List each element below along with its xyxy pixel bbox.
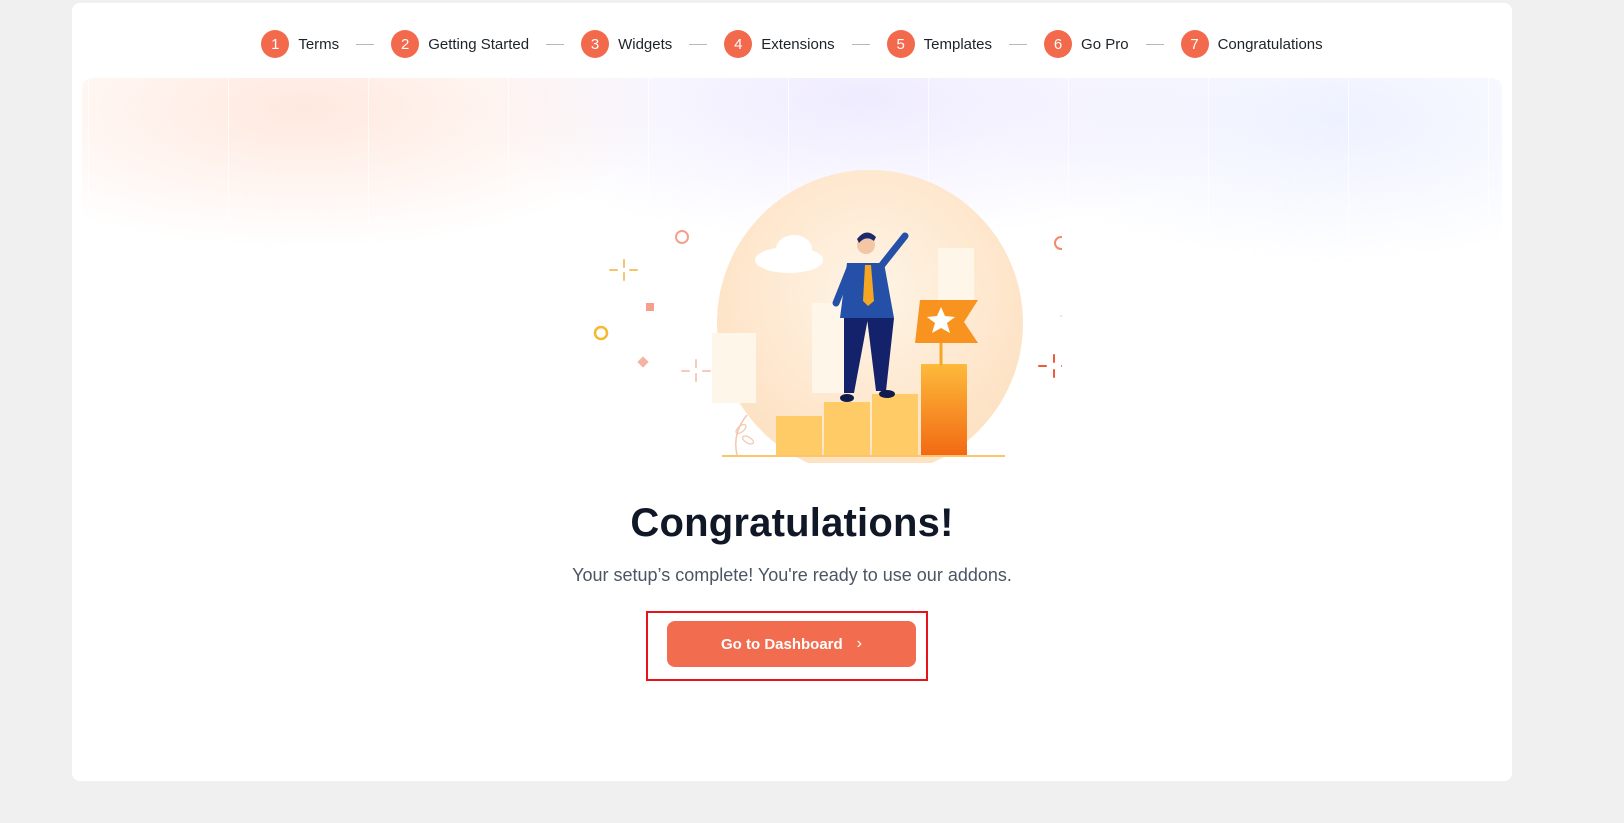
confetti-circle bbox=[675, 230, 689, 244]
step-separator bbox=[546, 43, 565, 45]
sparkle-icon bbox=[1038, 354, 1062, 378]
step-separator bbox=[851, 43, 870, 45]
step-terms[interactable]: 1 Terms bbox=[261, 30, 339, 58]
confetti-circle bbox=[1054, 236, 1062, 250]
go-to-dashboard-button[interactable]: Go to Dashboard › bbox=[667, 621, 916, 667]
step-label: Go Pro bbox=[1081, 35, 1129, 53]
podium-step-top bbox=[921, 364, 967, 455]
podium-step bbox=[824, 402, 870, 455]
confetti-diamond bbox=[637, 356, 649, 368]
step-getting-started[interactable]: 2 Getting Started bbox=[391, 30, 529, 58]
step-label: Terms bbox=[298, 35, 340, 53]
step-number: 6 bbox=[1044, 30, 1073, 58]
plant-leaf bbox=[741, 435, 755, 445]
confetti-circle bbox=[593, 325, 609, 341]
step-number: 7 bbox=[1180, 30, 1209, 58]
sparkle-icon bbox=[609, 259, 638, 281]
step-separator bbox=[356, 43, 375, 45]
step-number: 3 bbox=[581, 30, 610, 58]
page-title: Congratulations! bbox=[630, 501, 954, 545]
step-separator bbox=[689, 43, 708, 45]
building-shape bbox=[712, 333, 756, 403]
step-separator bbox=[1009, 43, 1028, 45]
person-shoe bbox=[879, 390, 895, 398]
sparkle-icon bbox=[681, 359, 711, 382]
building-shape bbox=[938, 248, 974, 308]
cloud-shape bbox=[776, 235, 812, 263]
button-label: Go to Dashboard bbox=[721, 635, 843, 653]
step-extensions[interactable]: 4 Extensions bbox=[724, 30, 835, 58]
step-separator bbox=[1145, 43, 1164, 45]
setup-wizard-card: 1 Terms 2 Getting Started 3 Widgets 4 Ex… bbox=[72, 3, 1512, 781]
step-congratulations[interactable]: 7 Congratulations bbox=[1180, 30, 1323, 58]
step-templates[interactable]: 5 Templates bbox=[886, 30, 993, 58]
wizard-stepper: 1 Terms 2 Getting Started 3 Widgets 4 Ex… bbox=[72, 25, 1512, 63]
step-label: Templates bbox=[923, 35, 993, 53]
step-label: Congratulations bbox=[1217, 35, 1323, 53]
person-shoe bbox=[840, 394, 854, 402]
podium-step bbox=[872, 394, 918, 455]
step-number: 4 bbox=[724, 30, 753, 58]
sparkle-icon bbox=[1060, 315, 1062, 317]
chevron-right-icon: › bbox=[856, 635, 862, 652]
page-subtitle: Your setup’s complete! You're ready to u… bbox=[572, 565, 1012, 585]
step-number: 5 bbox=[886, 30, 915, 58]
step-number: 2 bbox=[391, 30, 420, 58]
plant-stem bbox=[735, 414, 748, 456]
step-number: 1 bbox=[261, 30, 290, 58]
step-label: Extensions bbox=[761, 35, 835, 53]
celebration-illustration bbox=[593, 170, 1062, 463]
confetti-square bbox=[646, 303, 654, 311]
step-label: Getting Started bbox=[428, 35, 530, 53]
podium-step bbox=[776, 416, 822, 455]
step-label: Widgets bbox=[618, 35, 673, 53]
step-go-pro[interactable]: 6 Go Pro bbox=[1044, 30, 1129, 58]
step-widgets[interactable]: 3 Widgets bbox=[581, 30, 672, 58]
